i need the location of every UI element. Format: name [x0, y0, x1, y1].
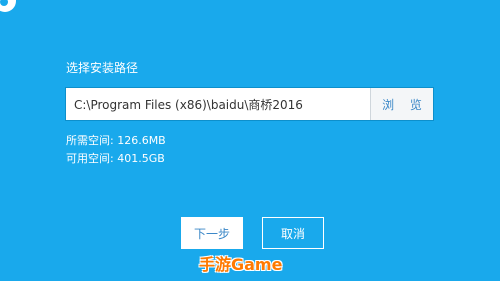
required-space-label: 所需空间: 126.6MB [66, 134, 166, 147]
app-logo-icon [0, 0, 16, 12]
next-step-button[interactable]: 下一步 [181, 217, 243, 249]
watermark-logo: 手游Game [199, 255, 283, 274]
cancel-button[interactable]: 取消 [262, 217, 324, 249]
install-path-row: 浏 览 [65, 87, 434, 121]
browse-button[interactable]: 浏 览 [370, 88, 433, 120]
install-path-title: 选择安装路径 [66, 61, 139, 75]
install-path-input[interactable] [66, 88, 370, 120]
available-space-label: 可用空间: 401.5GB [66, 152, 165, 165]
